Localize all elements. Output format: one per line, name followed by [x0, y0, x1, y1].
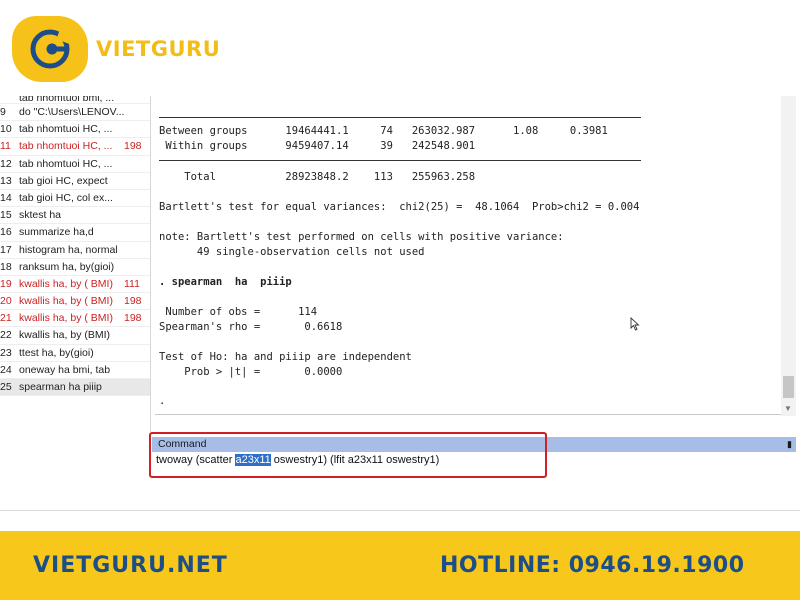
review-item[interactable]: 22 kwallis ha, by (BMI) [0, 327, 151, 345]
review-item[interactable]: 17 histogram ha, normal [0, 242, 151, 259]
review-item-command: do "C:\Users\LENOV... [19, 106, 124, 118]
review-item-number: 23 [0, 346, 12, 359]
review-item-command: tab nhomtuoi bmi, ... [19, 96, 115, 104]
result-line-note: note: Bartlett's test performed on cells… [159, 231, 564, 243]
command-bottom-border [0, 510, 800, 511]
review-item-number: 17 [0, 243, 12, 256]
review-item-command: oneway ha bmi, tab [19, 363, 111, 376]
review-item[interactable]: 24 oneway ha bmi, tab [0, 362, 151, 379]
review-item-number: 14 [0, 191, 12, 204]
scrollbar-thumb[interactable] [783, 376, 794, 398]
review-item[interactable]: 15 sktest ha [0, 207, 151, 225]
review-item-command: tab gioi HC, expect [19, 174, 108, 187]
review-list: tab nhomtuoi bmi, ... 9 do "C:\Users\LENOV… [0, 96, 151, 397]
review-item-command: histogram ha, normal [19, 243, 118, 256]
annotation-highlight-box [149, 432, 547, 478]
footer-banner: VIETGURU.NET HOTLINE: 0946.19.1900 [0, 531, 800, 600]
hotline-text: HOTLINE: 0946.19.1900 [440, 553, 745, 578]
review-item-number: 20 [0, 295, 12, 308]
review-item-command: summarize ha,d [19, 226, 94, 239]
review-item-command: kwallis ha, by ( BMI) [19, 312, 113, 325]
results-scrollbar[interactable]: ▼ [781, 96, 796, 416]
review-item-number: 11 [0, 140, 11, 153]
review-item[interactable]: tab nhomtuoi bmi, ... [0, 96, 151, 104]
review-item-command: tab nhomtuoi HC, ... [19, 140, 113, 153]
table-top-rule [159, 117, 641, 118]
panel-divider [150, 96, 151, 432]
result-line-rho: Spearman's rho = 0.6618 [159, 321, 343, 333]
review-item-command: ttest ha, by(gioi) [19, 346, 94, 359]
scroll-down-arrow-icon[interactable]: ▼ [784, 404, 792, 413]
review-item[interactable]: 16 summarize ha,d [0, 224, 151, 242]
review-item-number: 25 [0, 381, 12, 393]
review-item-number: 16 [0, 226, 12, 239]
review-item-command: kwallis ha, by ( BMI) [19, 295, 113, 308]
review-item[interactable]: 9 do "C:\Users\LENOV... [0, 104, 151, 122]
result-line-note-detail: 49 single-observation cells not used [159, 246, 425, 258]
review-panel[interactable]: tab nhomtuoi bmi, ... 9 do "C:\Users\LENOV… [0, 96, 151, 404]
result-line-bartlett: Bartlett's test for equal variances: chi… [159, 201, 640, 213]
review-item-command: kwallis ha, by ( BMI) [19, 277, 113, 290]
review-item-command: ranksum ha, by(gioi) [19, 260, 115, 273]
review-item-return-code: 198 [124, 140, 142, 153]
review-item[interactable]: 10 tab nhomtuoi HC, ... [0, 121, 151, 139]
review-item[interactable]: 12 tab nhomtuoi HC, ... [0, 156, 151, 173]
review-item-number: 22 [0, 329, 12, 342]
review-item-number: 10 [0, 123, 12, 136]
review-item-number: 15 [0, 209, 12, 222]
review-item-command: tab gioi HC, col ex... [19, 191, 113, 204]
review-item[interactable]: 13 tab gioi HC, expect [0, 173, 151, 190]
review-item-number: 9 [0, 106, 6, 118]
result-line-prob: Prob > |t| = 0.0000 [159, 366, 343, 378]
review-item-return-code: 111 [124, 277, 140, 290]
result-line-between: Between groups 19464441.1 74 263032.987 … [159, 125, 608, 137]
review-item-number: 19 [0, 277, 12, 290]
review-item[interactable]: 23 ttest ha, by(gioi) [0, 345, 151, 362]
review-item-return-code: 198 [124, 312, 142, 325]
pin-icon[interactable]: ▮ [787, 437, 792, 452]
results-bottom-border [155, 414, 782, 415]
vietguru-logo [12, 16, 88, 82]
results-window: Between groups 19464441.1 74 263032.987 … [156, 96, 780, 416]
review-item-command: kwallis ha, by (BMI) [19, 329, 111, 342]
review-item-number: 12 [0, 157, 12, 170]
result-line-nobs: Number of obs = 114 [159, 306, 318, 318]
result-line-spearman-cmd: . spearman ha piiip [159, 276, 292, 288]
review-item[interactable]: 25 spearman ha piiip [0, 379, 151, 397]
result-line-within: Within groups 9459407.14 39 242548.901 [159, 140, 476, 152]
result-line-total: Total 28923848.2 113 255963.258 [159, 171, 476, 183]
review-item[interactable]: 11 tab nhomtuoi HC, ... 198 [0, 138, 151, 156]
result-line-prompt: . [159, 395, 166, 407]
review-item-return-code: 198 [124, 295, 142, 308]
review-item-number: 24 [0, 363, 12, 376]
review-item[interactable]: 19 kwallis ha, by ( BMI) 111 [0, 276, 151, 294]
review-item[interactable]: 18 ranksum ha, by(gioi) [0, 259, 151, 276]
review-item-number: 13 [0, 174, 12, 187]
review-item-number: 18 [0, 260, 12, 273]
review-item[interactable]: 20 kwallis ha, by ( BMI) 198 [0, 293, 151, 311]
review-item-command: tab nhomtuoi HC, ... [19, 157, 113, 170]
mouse-pointer-icon [630, 317, 640, 331]
review-item-command: spearman ha piiip [19, 381, 102, 393]
review-item-command: tab nhomtuoi HC, ... [19, 123, 113, 136]
review-item[interactable]: 21 kwallis ha, by ( BMI) 198 [0, 310, 151, 328]
brand-name: VIETGURU [96, 37, 221, 61]
review-item[interactable]: 14 tab gioi HC, col ex... [0, 190, 151, 208]
result-line-test-ho: Test of Ho: ha and piiip are independent [159, 351, 412, 363]
table-total-rule [159, 160, 641, 161]
review-item-command: sktest ha [19, 209, 62, 222]
review-item-number: 21 [0, 312, 12, 325]
website-link[interactable]: VIETGURU.NET [33, 553, 228, 578]
